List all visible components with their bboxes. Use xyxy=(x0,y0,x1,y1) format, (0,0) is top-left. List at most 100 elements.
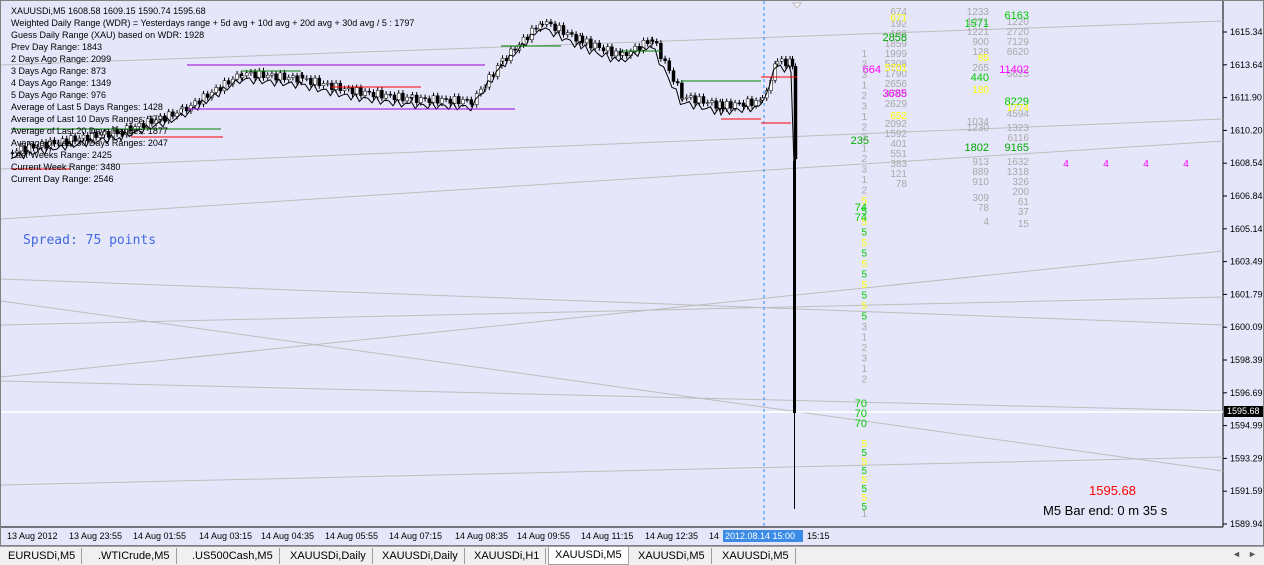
candle-body xyxy=(790,58,795,67)
tab-xauusdi-h1[interactable]: XAUUSDi,H1 xyxy=(468,548,547,564)
candle-body xyxy=(667,60,672,71)
ladder-digit: 1 xyxy=(861,333,867,344)
candle-body xyxy=(733,102,737,109)
volume-number-green: 2858 xyxy=(883,32,907,44)
price-tick-label: 1601.79 xyxy=(1230,289,1263,299)
candle-body xyxy=(650,39,655,42)
candle-body xyxy=(689,95,693,98)
ladder-digit: 70 xyxy=(855,418,867,430)
ladder-digit: 2 xyxy=(861,91,867,102)
trend-line xyxy=(1,278,1224,326)
info-line: Average of Last 30 Days Ranges: 2047 xyxy=(11,138,168,148)
candle-body xyxy=(620,52,625,56)
time-tick-label: 13 Aug 2012 xyxy=(7,531,58,541)
volume-number: 15 xyxy=(1018,219,1030,230)
candle-body xyxy=(574,33,578,42)
price-tick-label: 1600.09 xyxy=(1230,322,1263,332)
ladder-digit: 2 xyxy=(861,154,867,165)
candle-body xyxy=(534,27,538,30)
candle-body xyxy=(793,66,798,160)
candle-body xyxy=(565,32,570,35)
ladder-digit: 3 xyxy=(861,133,867,144)
candle-body xyxy=(414,94,419,103)
candle-body xyxy=(671,70,676,82)
candle-body xyxy=(605,46,610,52)
tab-xauusdi-m5-3[interactable]: XAUUSDi,M5 xyxy=(716,548,796,564)
spread-label: Spread: 75 points xyxy=(23,233,157,248)
candle-body xyxy=(720,101,725,110)
tab-xauusdi-m5-active[interactable]: XAUUSDi,M5 xyxy=(548,547,629,565)
candle-body xyxy=(737,102,742,105)
candle-body xyxy=(675,81,680,84)
tab-xauusdi-daily[interactable]: XAUUSDi,Daily xyxy=(284,548,373,564)
price-tick-label: 1605.14 xyxy=(1230,224,1263,234)
time-tick-label: 14 Aug 09:55 xyxy=(517,531,570,541)
ladder-digit: 2 xyxy=(861,343,867,354)
volume-number-yellow: 652 xyxy=(890,111,907,122)
time-tick-label: 14 Aug 05:55 xyxy=(325,531,378,541)
scroll-marker-icon xyxy=(791,2,803,9)
candle-body xyxy=(779,58,784,62)
volume-number-green: 6163 xyxy=(1005,10,1029,22)
candle-body xyxy=(793,161,796,413)
tab-us500cash-m5[interactable]: .US500Cash,M5 xyxy=(186,548,280,564)
price-tick-label: 1603.49 xyxy=(1230,257,1263,267)
candle-body xyxy=(423,97,427,99)
candle-body xyxy=(784,58,788,67)
tab-scroll-left-icon[interactable]: ◄ xyxy=(1232,549,1241,559)
volume-number: 1230 xyxy=(967,123,990,134)
ladder-digit: 1 xyxy=(861,509,867,520)
ladder-digit: 1 xyxy=(861,364,867,375)
info-line: Average of Last 5 Days Ranges: 1428 xyxy=(11,102,163,112)
ladder-digit: 74 xyxy=(855,212,867,224)
candle-body xyxy=(601,47,606,52)
candle-body xyxy=(456,96,461,105)
tab-xauusdi-m5-2[interactable]: XAUUSDi,M5 xyxy=(632,548,712,564)
tab-scroll-right-icon[interactable]: ► xyxy=(1248,549,1257,559)
ladder-digit: 5 xyxy=(861,249,867,260)
candle-body xyxy=(553,23,557,31)
ladder-digit: 1 xyxy=(861,81,867,92)
tab-xauusdi-daily-2[interactable]: XAUUSDi,Daily xyxy=(376,548,465,564)
time-tick-label: 14 Aug 01:55 xyxy=(133,531,186,541)
ladder-digit: 5 xyxy=(861,312,867,323)
ladder-digit: 2 xyxy=(861,123,867,134)
ladder-digit: 3 xyxy=(861,70,867,81)
candle-body xyxy=(435,95,440,104)
ladder-digit: 3 xyxy=(861,322,867,333)
volume-number-green: 9165 xyxy=(1005,142,1029,154)
candle-body xyxy=(570,32,574,35)
candle-body xyxy=(544,21,549,25)
candle-body xyxy=(589,38,593,49)
price-tick-label: 1589.94 xyxy=(1230,519,1263,529)
candle-body xyxy=(773,63,777,81)
volume-number: 2629 xyxy=(885,99,908,110)
chart-window[interactable]: 1615.34 1613.64 1611.90 1610.20 1608.54 1606.… xyxy=(0,0,1264,546)
price-tick-label: 1591.59 xyxy=(1230,486,1263,496)
ladder-digit: 2 xyxy=(861,375,867,386)
tab-eurusdi-m5[interactable]: EURUSDi,M5 xyxy=(2,548,83,564)
volume-number-yellow: 671 xyxy=(890,13,907,24)
info-line: 5 Days Ago Range: 976 xyxy=(11,90,107,100)
candle-body xyxy=(693,95,697,104)
candle-body xyxy=(684,96,689,99)
chart-tab-bar: EURUSDi,M5 .WTICrude,M5 .US500Cash,M5 XA… xyxy=(0,546,1264,565)
volume-number-green: 1802 xyxy=(965,142,989,154)
candle-body xyxy=(729,101,733,109)
candle-body xyxy=(427,98,432,103)
volume-number-yellow: 1774 xyxy=(1007,103,1030,114)
tab-wticrude-m5[interactable]: .WTICrude,M5 xyxy=(92,548,177,564)
candle-body xyxy=(444,98,448,100)
candle-body xyxy=(597,42,602,48)
candle-body xyxy=(741,102,746,107)
info-line: Prev Day Range: 1843 xyxy=(11,42,103,52)
candle-body xyxy=(624,52,629,57)
candle-body xyxy=(593,42,597,49)
time-tick-label: 15:15 xyxy=(807,531,830,541)
ladder-digit: 5 xyxy=(861,291,867,302)
volume-number-green: 1571 xyxy=(965,18,989,30)
volume-number: 910 xyxy=(972,177,989,188)
ladder-digit: 3 xyxy=(861,165,867,176)
candle-body xyxy=(697,96,702,104)
candle-body xyxy=(610,46,614,57)
